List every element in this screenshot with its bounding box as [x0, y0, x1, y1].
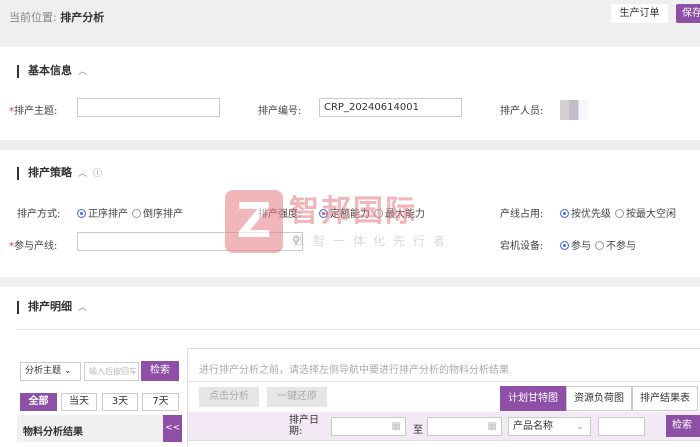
- end-date-input[interactable]: ▦: [427, 417, 502, 436]
- breadcrumb-current: 排产分析: [60, 11, 105, 24]
- view-tab-gantt[interactable]: 计划甘特图: [500, 386, 566, 411]
- line-use-radio-group[interactable]: 按优先级 按最大空闲: [560, 205, 680, 220]
- staff-avatar-blurred: [560, 100, 588, 120]
- section-title: 排产策略 ︿ ⓘ: [17, 167, 102, 180]
- section-title: 基本信息 ︿: [17, 65, 87, 78]
- subject-input[interactable]: [77, 98, 220, 117]
- production-order-button[interactable]: 生产订单: [611, 4, 668, 23]
- detail-section: 排产明细 ︿ 分析主题 ⌄ 输入后按回车 检索 全部 当天 3天 7天 物料分析结…: [0, 287, 700, 447]
- code-input[interactable]: CRP_20240614001: [319, 98, 462, 117]
- radio-priority[interactable]: 按优先级: [560, 209, 611, 220]
- breadcrumb-label: 当前位置:: [9, 11, 57, 24]
- chevron-up-icon[interactable]: ︿: [78, 303, 87, 313]
- view-tab-load[interactable]: 资源负荷图: [566, 386, 632, 411]
- chevron-up-icon[interactable]: ︿: [78, 67, 87, 77]
- subject-label: *排产主题:: [9, 106, 58, 117]
- range-tab-3days[interactable]: 3天: [102, 393, 138, 411]
- analyze-button[interactable]: 点击分析: [199, 387, 259, 407]
- calendar-icon[interactable]: ▦: [488, 421, 497, 432]
- top-bar: 当前位置: 排产分析 生产订单 保存: [0, 0, 700, 47]
- watermark-brand: 智邦国际: [289, 194, 417, 229]
- filter-select[interactable]: 分析主题 ⌄: [20, 362, 81, 381]
- analysis-panel: 进行排产分析之前，请选择左侧导航中要进行排产分析的物料分析结果 点击分析 一键还…: [187, 348, 700, 447]
- material-result-title: 物料分析结果: [23, 427, 83, 438]
- mode-label: 排产方式:: [17, 209, 61, 220]
- divider: [17, 329, 700, 330]
- to-label: 至: [413, 425, 423, 436]
- start-date-input[interactable]: ▦: [331, 417, 406, 436]
- view-tab-result[interactable]: 排产结果表: [632, 386, 698, 411]
- radio-backward[interactable]: 倒序排产: [132, 209, 183, 220]
- basic-info-section: 基本信息 ︿ *排产主题: 排产编号: CRP_20240614001 排产人员:: [0, 47, 700, 140]
- product-input[interactable]: [598, 417, 645, 436]
- date-label: 排产日期:: [289, 415, 319, 437]
- range-tab-all[interactable]: 全部: [20, 393, 57, 411]
- info-icon[interactable]: ⓘ: [93, 169, 102, 179]
- breadcrumb: 当前位置: 排产分析: [9, 9, 104, 25]
- divider: [188, 381, 700, 382]
- line-use-label: 产线占用:: [500, 209, 544, 220]
- watermark-z-icon: Z: [225, 190, 283, 253]
- down-label: 宕机设备:: [500, 241, 544, 252]
- radio-join[interactable]: 参与: [560, 241, 591, 252]
- product-select[interactable]: 产品名称 ⌄: [508, 417, 591, 436]
- calendar-icon[interactable]: ▦: [392, 421, 401, 432]
- staff-label: 排产人员:: [500, 106, 544, 117]
- search-button[interactable]: 检索: [666, 415, 700, 437]
- code-label: 排产编号:: [258, 106, 302, 117]
- hint-text: 进行排产分析之前，请选择左侧导航中要进行排产分析的物料分析结果: [199, 365, 509, 376]
- section-title: 排产明细 ︿: [17, 301, 87, 314]
- watermark-tagline: 数智一体化先行者: [293, 234, 454, 248]
- reset-button[interactable]: 一键还原: [267, 387, 327, 407]
- down-radio-group[interactable]: 参与 不参与: [560, 237, 640, 252]
- material-result-header: 物料分析结果 <<: [17, 415, 182, 442]
- radio-idle[interactable]: 按最大空闲: [615, 209, 676, 220]
- left-search-button[interactable]: 检索: [141, 361, 179, 381]
- range-tab-today[interactable]: 当天: [61, 393, 97, 411]
- left-search-input[interactable]: 输入后按回车: [84, 362, 139, 381]
- mode-radio-group[interactable]: 正序排产 倒序排产: [77, 205, 187, 220]
- chevron-up-icon[interactable]: ︿: [78, 169, 87, 179]
- collapse-icon[interactable]: <<: [163, 415, 182, 442]
- range-tab-7days[interactable]: 7天: [142, 393, 179, 411]
- save-button[interactable]: 保存: [676, 4, 700, 23]
- radio-forward[interactable]: 正序排产: [77, 209, 128, 220]
- radio-exclude[interactable]: 不参与: [595, 241, 636, 252]
- lines-label: *参与产线:: [9, 241, 58, 252]
- filter-bar: 排产日期: ▦ 至 ▦ 产品名称 ⌄ 检索: [188, 412, 700, 441]
- chevron-down-icon: ⌄: [575, 421, 584, 432]
